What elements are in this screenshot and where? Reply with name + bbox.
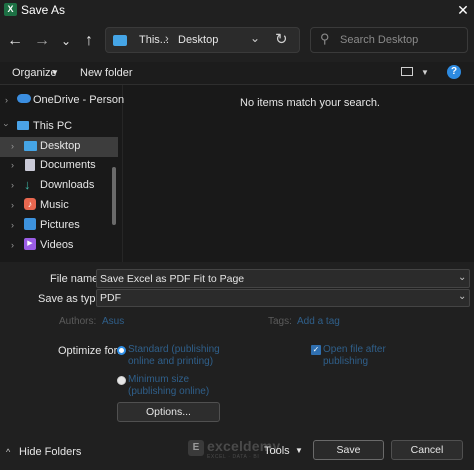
computer-icon <box>17 121 29 130</box>
desktop-icon <box>24 141 37 151</box>
file-name-value[interactable]: Save Excel as PDF Fit to Page <box>100 273 244 285</box>
empty-results-message: No items match your search. <box>240 97 380 109</box>
help-icon[interactable]: ? <box>447 65 461 79</box>
tags-value[interactable]: Add a tag <box>297 316 340 327</box>
expand-arrow-icon[interactable]: › <box>11 220 14 230</box>
new-folder-button[interactable]: New folder <box>80 67 133 79</box>
collapse-arrow-icon[interactable]: › <box>2 124 12 127</box>
arrow-left-icon[interactable]: ← <box>4 30 26 52</box>
tags-label: Tags: <box>268 316 292 327</box>
sidebar-item-label: OneDrive - Person <box>33 94 125 106</box>
chevron-down-icon[interactable]: ⌄ <box>458 272 466 283</box>
expand-arrow-icon[interactable]: › <box>11 180 14 190</box>
standard-radio[interactable] <box>117 346 126 355</box>
document-icon <box>25 159 35 171</box>
sidebar-item-onedrive[interactable]: › OneDrive - Person <box>0 92 124 111</box>
videos-icon: ▶ <box>24 238 36 250</box>
arrow-right-icon[interactable]: → <box>31 30 53 52</box>
excel-app-icon: X <box>4 3 17 16</box>
standard-option-line2[interactable]: online and printing) <box>128 356 213 367</box>
chevron-down-icon[interactable]: ⌄ <box>458 291 466 302</box>
music-icon: ♪ <box>24 198 36 210</box>
sidebar-item-label: Music <box>40 199 69 211</box>
expand-arrow-icon[interactable]: › <box>11 200 14 210</box>
folder-icon <box>113 35 127 46</box>
sidebar-item-label: Downloads <box>40 179 95 191</box>
save-button[interactable]: Save <box>313 440 384 460</box>
minimum-option-line1[interactable]: Minimum size <box>128 374 189 385</box>
refresh-icon[interactable]: ↻ <box>275 30 288 48</box>
sidebar-item-desktop[interactable]: › Desktop <box>0 137 118 157</box>
expand-arrow-icon[interactable]: › <box>11 141 14 151</box>
breadcrumb-separator: › <box>165 33 169 45</box>
search-placeholder: Search Desktop <box>340 34 419 46</box>
minimum-size-radio[interactable] <box>117 376 126 385</box>
sidebar-item-music[interactable]: › ♪ Music <box>0 197 118 216</box>
expand-arrow-icon[interactable]: › <box>11 160 14 170</box>
cloud-icon <box>17 94 31 103</box>
minimum-option-line2[interactable]: (publishing online) <box>128 386 209 397</box>
tools-caret-icon[interactable]: ▼ <box>295 446 303 455</box>
save-as-type-value[interactable]: PDF <box>100 292 121 304</box>
options-button[interactable]: Options... <box>117 402 220 422</box>
sidebar-item-videos[interactable]: › ▶ Videos <box>0 237 118 256</box>
sidebar-item-documents[interactable]: › Documents <box>0 157 118 176</box>
view-options-icon[interactable] <box>401 67 413 76</box>
window-title: Save As <box>21 3 66 17</box>
arrow-up-icon[interactable]: ↑ <box>78 30 100 52</box>
cancel-button[interactable]: Cancel <box>391 440 463 460</box>
sidebar-item-downloads[interactable]: › ↓ Downloads <box>0 177 118 196</box>
sidebar-item-label: Pictures <box>40 219 80 231</box>
exceldemy-logo-icon: E <box>188 440 204 456</box>
standard-option-line1[interactable]: Standard (publishing <box>128 344 220 355</box>
hide-folders-button[interactable]: Hide Folders <box>19 446 81 458</box>
pictures-icon <box>24 218 36 230</box>
save-as-type-select[interactable] <box>96 289 470 307</box>
organize-button[interactable]: Organize <box>12 67 57 79</box>
expand-arrow-icon[interactable]: › <box>5 95 8 105</box>
search-icon: ⚲ <box>320 31 330 46</box>
tools-button[interactable]: Tools <box>264 445 290 457</box>
pane-divider <box>122 85 123 262</box>
organize-caret-icon: ▼ <box>51 68 59 77</box>
chevron-down-icon[interactable]: ⌄ <box>55 30 77 52</box>
view-caret-icon[interactable]: ▼ <box>421 68 429 77</box>
download-icon: ↓ <box>24 177 31 192</box>
title-bar <box>0 0 474 20</box>
address-dropdown-icon[interactable]: ⌄ <box>250 31 260 45</box>
open-after-checkbox[interactable]: ✓ <box>311 345 321 355</box>
breadcrumb-desktop[interactable]: Desktop <box>178 34 218 46</box>
optimize-for-label: Optimize for: <box>58 345 121 357</box>
open-after-line2[interactable]: publishing <box>323 356 368 367</box>
sidebar-item-this-pc[interactable]: › This PC <box>0 118 118 137</box>
file-name-label: File name: <box>50 273 102 285</box>
scrollbar[interactable] <box>112 167 116 225</box>
close-icon[interactable]: ✕ <box>452 0 474 20</box>
chevron-up-icon[interactable]: ^ <box>6 447 10 457</box>
watermark-subtext: EXCEL · DATA · BI <box>207 454 260 460</box>
sidebar-item-label: Documents <box>40 159 96 171</box>
expand-arrow-icon[interactable]: › <box>11 240 14 250</box>
authors-value[interactable]: Asus <box>102 316 124 327</box>
sidebar-item-pictures[interactable]: › Pictures <box>0 217 118 236</box>
open-after-line1[interactable]: Open file after <box>323 344 386 355</box>
save-as-type-label: Save as type: <box>38 293 105 305</box>
sidebar-item-label: Desktop <box>40 140 81 152</box>
sidebar-item-label: This PC <box>33 120 73 132</box>
sidebar-item-label: Videos <box>40 239 74 251</box>
authors-label: Authors: <box>59 316 97 327</box>
